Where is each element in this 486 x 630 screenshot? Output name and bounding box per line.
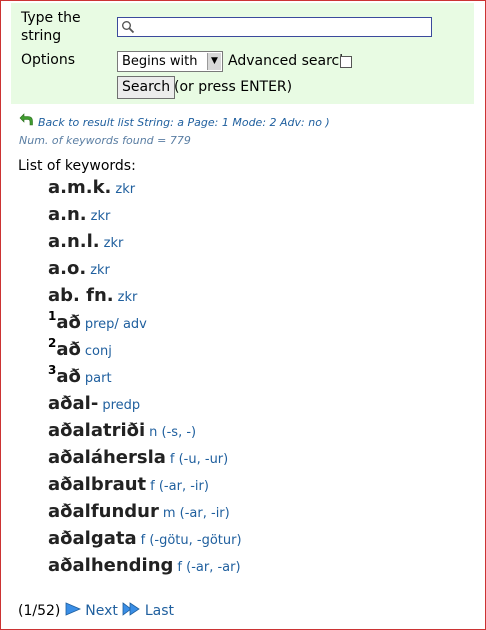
keyword-grammar: f (-götu, -götur) — [140, 533, 242, 548]
search-button[interactable]: Search — [117, 76, 176, 99]
keyword-entry[interactable]: aðalhending f (-ar, -ar) — [48, 555, 242, 582]
keyword-entry[interactable]: a.o. zkr — [48, 258, 242, 285]
keyword-headword[interactable]: aðal- — [48, 393, 98, 414]
keyword-grammar: zkr — [103, 236, 124, 251]
keyword-headword[interactable]: a.n. — [48, 204, 87, 225]
dropdown-arrow-icon[interactable]: ▼ — [207, 53, 221, 70]
keyword-grammar: m (-ar, -ir) — [162, 506, 230, 521]
keyword-headword[interactable]: ab. fn. — [48, 285, 114, 306]
search-input[interactable] — [136, 19, 426, 35]
keyword-entry[interactable]: aðalatriði n (-s, -) — [48, 420, 242, 447]
keyword-grammar: prep/ adv — [84, 317, 147, 332]
search-icon — [122, 21, 135, 34]
keyword-entry[interactable]: aðalfundur m (-ar, -ir) — [48, 501, 242, 528]
keyword-headword[interactable]: aðalhending — [48, 555, 173, 576]
keyword-list: a.m.k. zkr a.n. zkr a.n.l. zkr a.o. zkr ab. fn. z… — [48, 177, 242, 582]
advanced-search-checkbox[interactable] — [340, 56, 352, 68]
keyword-grammar: part — [84, 371, 112, 386]
search-input-box[interactable] — [117, 17, 432, 37]
advanced-search-label: Advanced search — [228, 53, 349, 69]
homograph-number: 1 — [48, 309, 57, 323]
keyword-entry[interactable]: aðalbraut f (-ar, -ir) — [48, 474, 242, 501]
homograph-number: 3 — [48, 363, 57, 377]
last-double-arrow-icon[interactable] — [122, 602, 141, 616]
keyword-headword[interactable]: a.o. — [48, 258, 86, 279]
string-label: Type the string — [21, 10, 81, 44]
keyword-headword[interactable]: aðalatriði — [48, 420, 145, 441]
keyword-grammar: f (-ar, -ir) — [150, 479, 209, 494]
next-arrow-icon[interactable] — [65, 602, 81, 616]
keyword-entry[interactable]: a.m.k. zkr — [48, 177, 242, 204]
keyword-entry[interactable]: aðalgata f (-götu, -götur) — [48, 528, 242, 555]
mode-select[interactable]: Begins with ▼ — [117, 51, 223, 72]
keyword-grammar: zkr — [90, 209, 111, 224]
keyword-headword[interactable]: aðalgata — [48, 528, 137, 549]
keyword-entry[interactable]: aðaláhersla f (-u, -ur) — [48, 447, 242, 474]
keyword-grammar: n (-s, -) — [149, 425, 197, 440]
back-link-text[interactable]: Back to result list String: a Page: 1 Mo… — [38, 116, 330, 129]
keyword-headword[interactable]: aðalbraut — [48, 474, 146, 495]
keyword-list-title: List of keywords: — [18, 158, 136, 174]
page-frame: Type the string Options Begins with ▼ Ad… — [0, 0, 486, 630]
keyword-grammar: f (-ar, -ar) — [177, 560, 241, 575]
next-link[interactable]: Next — [85, 603, 118, 619]
keyword-grammar: zkr — [90, 263, 110, 278]
keyword-entry[interactable]: ab. fn. zkr — [48, 285, 242, 312]
keyword-entry[interactable]: a.n. zkr — [48, 204, 242, 231]
back-arrow-icon[interactable] — [19, 113, 34, 126]
keyword-entry[interactable]: 3að part — [48, 363, 242, 393]
keyword-entry[interactable]: 1að prep/ adv — [48, 309, 242, 339]
options-label: Options — [21, 52, 76, 68]
page-position: (1/52) — [18, 603, 61, 619]
keyword-headword[interactable]: a.m.k. — [48, 177, 111, 198]
homograph-number: 2 — [48, 336, 57, 350]
keyword-grammar: predp — [102, 398, 141, 413]
last-link[interactable]: Last — [145, 603, 174, 619]
keyword-grammar: zkr — [115, 182, 136, 197]
keyword-entry[interactable]: aðal-predp — [48, 393, 242, 420]
keyword-headword[interactable]: að — [56, 339, 81, 360]
keyword-headword[interactable]: aðalfundur — [48, 501, 159, 522]
keyword-headword[interactable]: að — [56, 366, 81, 387]
search-panel: Type the string Options Begins with ▼ Ad… — [11, 3, 474, 104]
keyword-grammar: conj — [84, 344, 112, 359]
mode-select-value: Begins with — [122, 54, 198, 69]
keyword-grammar: zkr — [117, 290, 138, 305]
press-enter-hint: (or press ENTER) — [174, 79, 293, 95]
keyword-headword[interactable]: að — [56, 312, 81, 333]
keyword-headword[interactable]: a.n.l. — [48, 231, 100, 252]
pager: (1/52) Next Last — [18, 602, 174, 619]
keyword-entry[interactable]: a.n.l. zkr — [48, 231, 242, 258]
keyword-headword[interactable]: aðaláhersla — [48, 447, 166, 468]
keyword-grammar: f (-u, -ur) — [169, 452, 229, 467]
keywords-count: Num. of keywords found = 779 — [19, 134, 191, 147]
keyword-entry[interactable]: 2að conj — [48, 336, 242, 366]
